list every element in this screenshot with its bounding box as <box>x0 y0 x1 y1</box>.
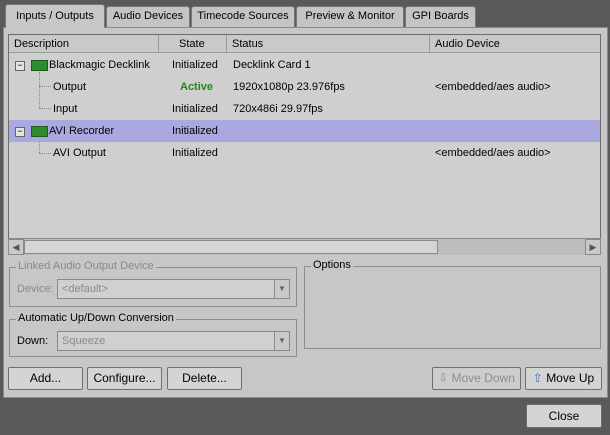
table-row[interactable]: Output Active 1920x1080p 23.976fps <embe… <box>9 76 600 98</box>
status: 720x486i 29.97fps <box>233 103 323 115</box>
tab-audio-devices[interactable]: Audio Devices <box>106 6 190 27</box>
close-button[interactable]: Close <box>526 404 602 428</box>
linked-audio-group: Linked Audio Output Device Device: <defa… <box>9 260 297 307</box>
move-up-label: Move Up <box>546 371 595 385</box>
arrow-down-icon: ⇩ <box>438 371 449 385</box>
table-row[interactable]: − AVI Recorder Initialized <box>9 120 600 142</box>
scroll-left-icon[interactable]: ◀ <box>8 239 24 255</box>
state: Initialized <box>172 103 218 115</box>
device-select[interactable]: <default> ▼ <box>57 279 290 299</box>
table-row[interactable]: − Blackmagic Decklink Initialized Deckli… <box>9 54 600 76</box>
group-legend: Automatic Up/Down Conversion <box>16 312 176 324</box>
description: Input <box>53 103 78 115</box>
updown-conversion-group: Automatic Up/Down Conversion Down: Squee… <box>9 312 297 357</box>
column-header-description[interactable]: Description <box>9 35 159 53</box>
description: Output <box>53 81 87 93</box>
move-down-label: Move Down <box>451 371 515 385</box>
chevron-down-icon[interactable]: ▼ <box>274 280 289 298</box>
column-header-status[interactable]: Status <box>227 35 430 53</box>
hardware-card-icon <box>31 126 48 137</box>
state: Initialized <box>172 125 218 137</box>
status: Decklink Card 1 <box>233 59 311 71</box>
down-label: Down: <box>17 335 49 347</box>
delete-button[interactable]: Delete... <box>167 367 242 390</box>
description: AVI Output <box>53 147 106 159</box>
add-button[interactable]: Add... <box>8 367 83 390</box>
collapse-toggle-icon[interactable]: − <box>15 61 25 71</box>
horizontal-scrollbar[interactable]: ◀ ▶ <box>8 238 601 255</box>
state: Active <box>180 81 214 93</box>
arrow-up-icon: ⇧ <box>532 371 543 385</box>
state: Initialized <box>172 59 218 71</box>
select-value: <default> <box>62 283 108 295</box>
audio-device: <embedded/aes audio> <box>435 147 551 159</box>
select-value: Squeeze <box>62 335 106 347</box>
group-legend: Linked Audio Output Device <box>16 260 156 272</box>
tab-timecode-sources[interactable]: Timecode Sources <box>191 6 295 27</box>
move-down-button[interactable]: ⇩ Move Down <box>432 367 521 390</box>
state: Initialized <box>172 147 218 159</box>
status: 1920x1080p 23.976fps <box>233 81 345 93</box>
scrollbar-thumb[interactable] <box>24 240 438 254</box>
tab-gpi-boards[interactable]: GPI Boards <box>405 6 476 27</box>
move-up-button[interactable]: ⇧ Move Up <box>525 367 602 390</box>
device-label: Device: <box>17 283 54 295</box>
table-row[interactable]: AVI Output Initialized <embedded/aes aud… <box>9 142 600 164</box>
device-list[interactable]: Description State Status Audio Device − … <box>8 34 601 255</box>
collapse-toggle-icon[interactable]: − <box>15 127 25 137</box>
down-select[interactable]: Squeeze ▼ <box>57 331 290 351</box>
chevron-down-icon[interactable]: ▼ <box>274 332 289 350</box>
table-row[interactable]: Input Initialized 720x486i 29.97fps <box>9 98 600 120</box>
column-header-audio-device[interactable]: Audio Device <box>430 35 600 53</box>
tab-inputs-outputs[interactable]: Inputs / Outputs <box>5 4 105 28</box>
tab-preview-monitor[interactable]: Preview & Monitor <box>296 6 404 27</box>
audio-device: <embedded/aes audio> <box>435 81 551 93</box>
configure-button[interactable]: Configure... <box>87 367 162 390</box>
scroll-right-icon[interactable]: ▶ <box>585 239 601 255</box>
options-group: Options <box>304 259 601 349</box>
description: Blackmagic Decklink <box>49 59 150 71</box>
column-header-state[interactable]: State <box>159 35 227 53</box>
description: AVI Recorder <box>49 125 115 137</box>
hardware-card-icon <box>31 60 48 71</box>
group-legend: Options <box>311 259 353 271</box>
